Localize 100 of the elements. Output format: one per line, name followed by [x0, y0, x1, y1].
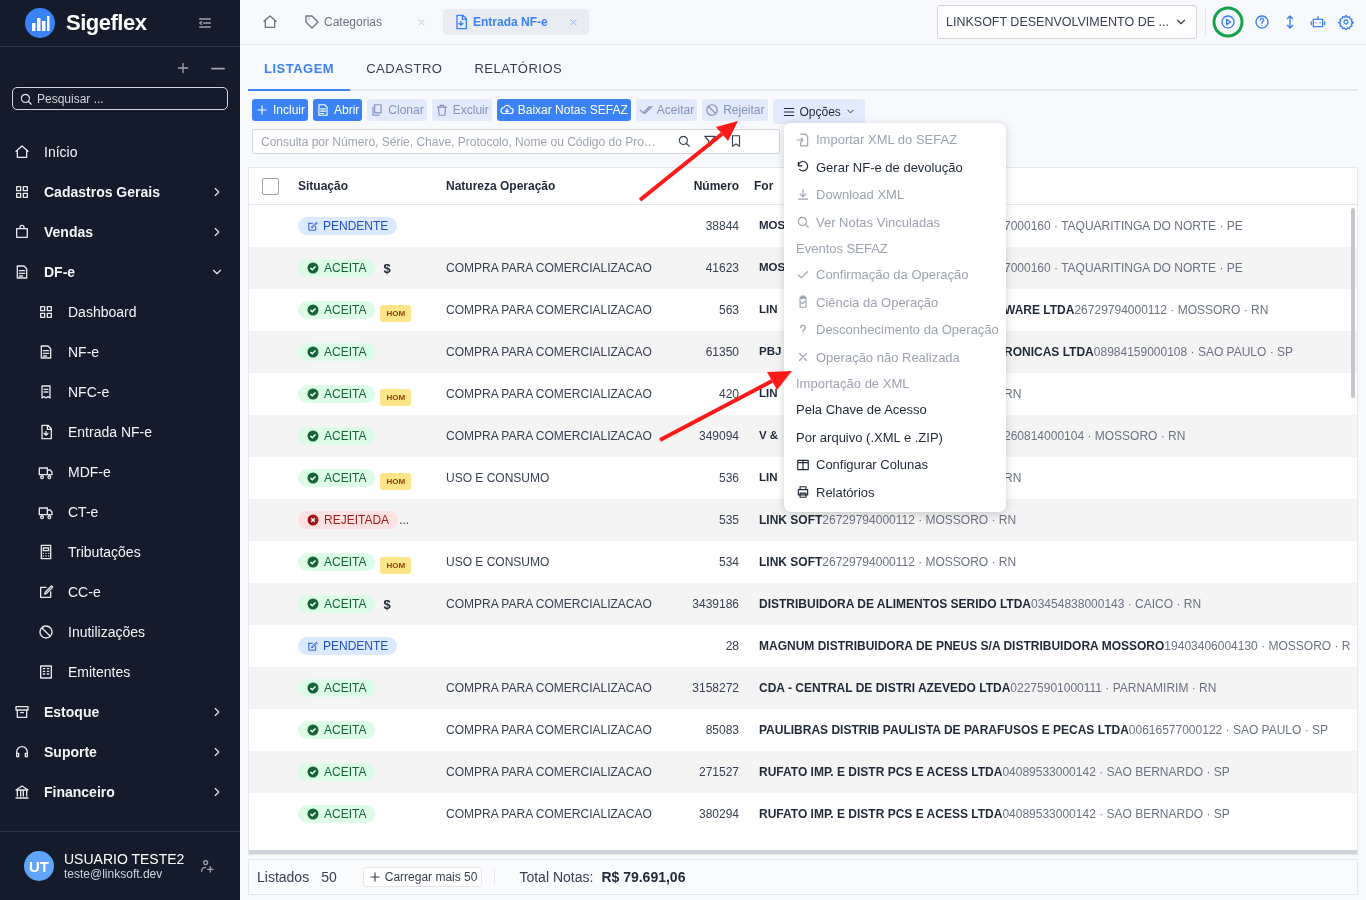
bank-icon	[14, 784, 30, 800]
nav-item[interactable]: Estoque	[0, 692, 240, 732]
column-header[interactable]: Natureza Operação	[446, 179, 556, 193]
nav-subitem[interactable]: NFC-e	[0, 372, 240, 412]
box-icon	[14, 704, 30, 720]
status-badge: ACEITA	[298, 763, 376, 781]
company-select[interactable]: LINKSOFT DESENVOLVIMENTO DE ...	[937, 5, 1197, 39]
table-cell: 535	[718, 513, 739, 527]
page-tab[interactable]: Categorias	[294, 9, 438, 35]
supplier-cell-text: 7000160 · TAQUARITINGA DO NORTE · PE	[1004, 219, 1244, 233]
section-tab[interactable]: CADASTRO	[350, 47, 459, 91]
check-circle-icon	[307, 388, 319, 400]
nav-subitem[interactable]: Tributações	[0, 532, 240, 572]
payment-mark: $	[383, 260, 391, 276]
listed-label: Listados	[257, 869, 310, 885]
nav-item[interactable]: Cadastros Gerais	[0, 172, 240, 212]
nav-subitem[interactable]: NF-e	[0, 332, 240, 372]
supplier-cell: RUFATO IMP. E DISTR PCS E ACESS LTDA04089533000142 · SAO BERNARDO · SP	[759, 765, 1230, 779]
table-cell: COMPRA PARA COMERCIALIZACAO	[446, 345, 652, 359]
status-badge: ACEITA	[298, 427, 376, 445]
more-mark: ...	[399, 513, 410, 527]
table-cell: 349094	[698, 429, 739, 443]
table-cell: 38844	[705, 219, 739, 233]
supplier-cell: CDA - CENTRAL DE DISTRI AZEVEDO LTDA02275901000111 · PARNAMIRIM · RN	[759, 681, 1217, 695]
table-cell: 534	[718, 555, 739, 569]
nav-subitem[interactable]: Emitentes	[0, 652, 240, 692]
menu-item[interactable]: Por arquivo (.XML e .ZIP)	[784, 423, 1006, 451]
bookmark-icon	[729, 134, 743, 148]
status-badge: ACEITA	[298, 553, 376, 571]
supplier-name: MOS	[759, 219, 786, 233]
status-badge: ACEITA	[298, 259, 376, 277]
total-value: R$ 79.691,06	[601, 869, 686, 885]
scrollbar[interactable]	[249, 850, 1357, 854]
document-icon	[14, 264, 30, 280]
grid-icon	[14, 184, 30, 200]
check-circle-icon	[307, 682, 319, 694]
nav-item[interactable]: Vendas	[0, 212, 240, 252]
table-cell: COMPRA PARA COMERCIALIZACAO	[446, 597, 652, 611]
nav-item[interactable]: Suporte	[0, 732, 240, 772]
table-cell: 420	[718, 387, 739, 401]
payment-mark: $	[383, 596, 391, 612]
nav-subitem[interactable]: CT-e	[0, 492, 240, 532]
plus-icon	[255, 103, 269, 117]
section-tab[interactable]: RELATÓRIOS	[458, 47, 579, 91]
file-download-icon	[453, 14, 470, 30]
nav-subitem[interactable]: Entrada NF-e	[0, 412, 240, 452]
supplier-cell: MAGNUM DISTRIBUIDORA DE PNEUS S/A DISTRIBUIDORA MOSSORO19403406004130 · MOSSORO · R	[759, 639, 1351, 653]
menu-item[interactable]: Pela Chave de Acesso	[784, 396, 1006, 424]
status-badge: ACEITA	[298, 343, 376, 361]
nav-item[interactable]: DF-e	[0, 252, 240, 292]
nav-subitem[interactable]: Dashboard	[0, 292, 240, 332]
robot-icon	[1310, 14, 1326, 30]
nav-subitem[interactable]: CC-e	[0, 572, 240, 612]
nav-item[interactable]: Financeiro	[0, 772, 240, 812]
document-icon	[316, 103, 330, 117]
table-cell: COMPRA PARA COMERCIALIZACAO	[446, 765, 652, 779]
trash-icon	[434, 103, 449, 117]
table-cell: 536	[718, 471, 739, 485]
table-cell: 3439186	[692, 597, 739, 611]
supplier-cell-text: 260814000104 · MOSSORO · RN	[1004, 429, 1187, 443]
column-header[interactable]: Número	[693, 179, 739, 193]
table-cell: COMPRA PARA COMERCIALIZACAO	[446, 261, 652, 275]
status-badge: ACEITA	[298, 595, 376, 613]
truck-icon	[38, 464, 54, 480]
supplier-cell: PAULIBRAS DISTRIB PAULISTA DE PARAFUSOS E PECAS LTDA00616577000122 · SAO PAULO · SP	[759, 723, 1329, 737]
settings-icon	[1338, 14, 1354, 30]
menu-collapse-icon	[197, 15, 213, 31]
filter-icon	[703, 134, 717, 148]
column-header[interactable]: For	[754, 179, 774, 193]
toolbar-button[interactable]: Abrir	[313, 99, 363, 121]
column-header[interactable]: Situação	[298, 179, 348, 193]
table-cell: USO E CONSUMO	[446, 471, 550, 485]
home-icon	[262, 14, 278, 30]
search-field[interactable]: Consulta por Número, Série, Chave, Protocolo, Nome ou Código do Pro…	[252, 129, 780, 154]
menu-item[interactable]: Gerar NF-e de devolução	[784, 153, 1006, 181]
check-circle-icon	[307, 346, 319, 358]
file-import-icon	[796, 132, 810, 147]
scrollbar[interactable]	[1351, 208, 1355, 398]
document-icon	[38, 344, 54, 360]
check-circle-icon	[307, 304, 319, 316]
select-all-checkbox[interactable]	[261, 177, 279, 195]
load-more-button[interactable]: Carregar mais 50	[362, 867, 483, 887]
table-cell: COMPRA PARA COMERCIALIZACAO	[446, 303, 652, 317]
nav-item[interactable]: Início	[0, 132, 240, 172]
sidebar-search-field[interactable]: Pesquisar ...	[12, 87, 228, 110]
menu-item[interactable]: Configurar Colunas	[784, 451, 1006, 479]
menu-section-header: Eventos SEFAZ	[795, 240, 889, 258]
table-cell: 61350	[705, 345, 739, 359]
status-badge: PENDENTE	[298, 217, 398, 235]
toolbar-button[interactable]: Incluir	[252, 99, 308, 121]
nav-subitem[interactable]: Inutilizações	[0, 612, 240, 652]
file-download-icon	[38, 424, 54, 440]
check-circle-icon	[307, 724, 319, 736]
options-button[interactable]: Opções	[772, 99, 865, 124]
menu-item[interactable]: Relatórios	[784, 478, 1006, 506]
search-icon	[796, 215, 810, 230]
nav-subitem[interactable]: MDF-e	[0, 452, 240, 492]
check-circle-icon	[307, 262, 319, 274]
menu-section-header: Importação de XML	[795, 375, 911, 393]
toolbar-button[interactable]: Baixar Notas SEFAZ	[496, 99, 631, 121]
